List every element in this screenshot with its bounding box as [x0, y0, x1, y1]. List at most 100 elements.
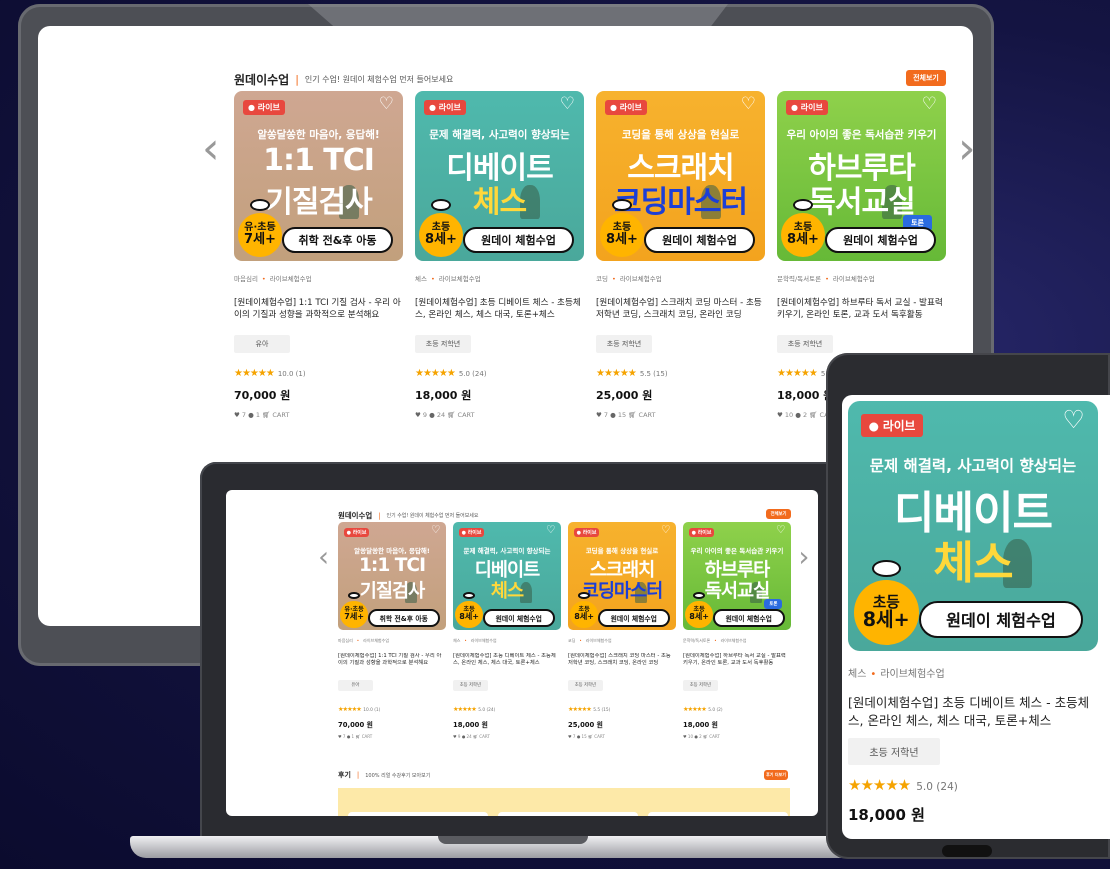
- class-card[interactable]: ● 라이브 ♡ 문제 해결력, 사고력이 향상되는 디베이트 체스 초등 8세+ 원데이 체험…: [848, 401, 1098, 825]
- class-type: 라이브체험수업: [619, 275, 662, 283]
- card-thumbnail[interactable]: ● 라이브 ♡ 문제 해결력, 사고력이 향상되는 디베이트 체스 초등 8세+ 원데이 체험…: [415, 91, 584, 261]
- comment-icon: ●: [608, 411, 618, 419]
- review-card[interactable]: [648, 812, 788, 816]
- thumb-pill-label: 취학 전&후 아동: [367, 609, 440, 628]
- class-type: 라이브체험수업: [363, 637, 390, 643]
- card-title[interactable]: [원데이체험수업] 초등 디베이트 체스 - 초등체스, 온라인 체스, 체스 …: [415, 297, 584, 327]
- cart-icon[interactable]: 🛒︎: [626, 411, 638, 419]
- live-badge: ● 라이브: [573, 527, 600, 538]
- cart-label[interactable]: CART: [362, 734, 373, 739]
- card-rating: ★★★★★ 5.0 (24): [453, 696, 561, 715]
- age-min: 8세+: [862, 608, 910, 632]
- tablet-home-button[interactable]: [942, 845, 992, 857]
- view-all-button[interactable]: 전체보기: [766, 509, 791, 520]
- card-thumbnail[interactable]: ● 라이브 ♡ 코딩을 통해 상상을 현실로 스크래치 코딩마스터 초등 8세+ 원데이 체험…: [568, 522, 676, 631]
- chevron-right-icon[interactable]: ›: [958, 123, 973, 174]
- cart-icon[interactable]: 🛒︎: [260, 411, 272, 419]
- thumb-headline: 알쏭달쏭한 마음아, 응답해!: [354, 546, 430, 555]
- class-card[interactable]: ● 라이브 ♡ 문제 해결력, 사고력이 향상되는 디베이트 체스 초등 8세+ 원데이 체험…: [453, 522, 561, 739]
- mascot-eyes: [250, 199, 270, 211]
- category-name: 문학력/독서토론: [683, 637, 711, 643]
- category-name: 문학력/독서토론: [777, 275, 822, 283]
- cart-label[interactable]: CART: [709, 734, 720, 739]
- heart-icon[interactable]: ♥: [415, 411, 423, 419]
- laptop-notch: [438, 836, 588, 844]
- live-badge: ● 라이브: [243, 100, 285, 115]
- card-thumbnail[interactable]: ● 라이브 ♡ 문제 해결력, 사고력이 향상되는 디베이트 체스 초등 8세+ 원데이 체험…: [848, 401, 1098, 651]
- cart-label[interactable]: CART: [458, 411, 475, 419]
- card-title[interactable]: [원데이체험수업] 1:1 TCI 기질 검사 - 우리 아이의 기질과 성향을…: [234, 297, 403, 327]
- heart-outline-icon[interactable]: ♡: [431, 524, 440, 536]
- card-thumbnail[interactable]: ● 라이브 ♡ 우리 아이의 좋은 독서습관 키우기 하브루타 독서교실 토론 초등 8세+ 원…: [683, 522, 791, 631]
- review-more-button[interactable]: 후기 더보기: [764, 770, 788, 780]
- heart-outline-icon[interactable]: ♡: [776, 524, 785, 536]
- tablet: ● 라이브 ♡ 문제 해결력, 사고력이 향상되는 디베이트 체스 초등 8세+ 원데이 체험…: [826, 353, 1110, 859]
- card-title[interactable]: [원데이체험수업] 초등 디베이트 체스 - 초등체스, 온라인 체스, 체스 …: [453, 653, 561, 672]
- class-type: 라이브체험수업: [832, 275, 875, 283]
- thumb-pill-label: 원데이 체험수업: [644, 227, 755, 253]
- cart-icon[interactable]: 🛒︎: [445, 411, 457, 419]
- class-card[interactable]: ● 라이브 ♡ 알쏭달쏭한 마음아, 응답해! 1:1 TCI 기질검사 유·초등 7세+ 취…: [234, 91, 403, 419]
- view-all-button[interactable]: 전체보기: [906, 70, 946, 86]
- card-title[interactable]: [원데이체험수업] 초등 디베이트 체스 - 초등체스, 온라인 체스, 체스 …: [848, 694, 1098, 730]
- tablet-screen: ● 라이브 ♡ 문제 해결력, 사고력이 향상되는 디베이트 체스 초등 8세+ 원데이 체험…: [842, 395, 1110, 839]
- chevron-left-icon[interactable]: ‹: [318, 542, 329, 573]
- class-card[interactable]: ● 라이브 ♡ 코딩을 통해 상상을 현실로 스크래치 코딩마스터 초등 8세+ 원데이 체험…: [596, 91, 765, 419]
- live-badge: ● 라이브: [424, 100, 466, 115]
- cart-label[interactable]: CART: [594, 734, 605, 739]
- card-price: 70,000 원: [234, 389, 291, 402]
- heart-outline-icon[interactable]: ♡: [560, 94, 575, 114]
- card-thumbnail[interactable]: ● 라이브 ♡ 알쏭달쏭한 마음아, 응답해! 1:1 TCI 기질검사 유·초등 7세+ 취…: [338, 522, 446, 631]
- section-subtitle: 인기 수업! 원데이 체험수업 먼저 들어보세요: [386, 513, 479, 519]
- heart-icon[interactable]: ♥: [777, 411, 785, 419]
- class-card[interactable]: ● 라이브 ♡ 코딩을 통해 상상을 현실로 스크래치 코딩마스터 초등 8세+ 원데이 체험…: [568, 522, 676, 739]
- category-name: 코딩: [568, 637, 576, 643]
- heart-icon[interactable]: ♥: [596, 411, 604, 419]
- card-title[interactable]: [원데이체험수업] 하브루타 독서 교실 - 발표력 키우기, 온라인 토론, …: [777, 297, 946, 327]
- class-card[interactable]: ● 라이브 ♡ 문제 해결력, 사고력이 향상되는 디베이트 체스 초등 8세+ 원데이 체험…: [415, 91, 584, 419]
- heart-outline-icon[interactable]: ♡: [741, 94, 756, 114]
- heart-outline-icon[interactable]: ♡: [922, 94, 937, 114]
- card-title[interactable]: [원데이체험수업] 하브루타 독서 교실 - 발표력 키우기, 온라인 토론, …: [683, 653, 791, 672]
- card-thumbnail[interactable]: ● 라이브 ♡ 문제 해결력, 사고력이 향상되는 디베이트 체스 초등 8세+ 원데이 체험…: [453, 522, 561, 631]
- heart-outline-icon[interactable]: ♡: [661, 524, 670, 536]
- age-min: 7세+: [244, 232, 276, 248]
- card-thumbnail[interactable]: ● 라이브 ♡ 코딩을 통해 상상을 현실로 스크래치 코딩마스터 초등 8세+ 원데이 체험…: [596, 91, 765, 261]
- star-rating-icon: ★★★★★: [338, 705, 362, 713]
- card-price: 18,000 원: [683, 720, 718, 729]
- category-name: 마음심리: [234, 275, 258, 283]
- review-card[interactable]: [348, 812, 488, 816]
- star-rating-icon: ★★★★★: [234, 368, 275, 379]
- card-title[interactable]: [원데이체험수업] 1:1 TCI 기질 검사 - 우리 아이의 기질과 성향을…: [338, 653, 446, 672]
- heart-icon[interactable]: ♥: [234, 411, 242, 419]
- class-section: 원데이수업 | 인기 수업! 원데이 체험수업 먼저 들어보세요 전체보기 ‹ › ● 라이…: [226, 490, 818, 816]
- cart-label[interactable]: CART: [272, 411, 289, 419]
- age-min: 8세+: [425, 232, 457, 248]
- review-card[interactable]: [498, 812, 638, 816]
- card-title[interactable]: [원데이체험수업] 스크래치 코딩 마스터 - 초등 저학년 코딩, 스크래치 …: [596, 297, 765, 327]
- cart-label[interactable]: CART: [479, 734, 490, 739]
- card-meta: ♥ 7 ● 15 🛒︎ CART: [596, 411, 765, 419]
- heart-outline-icon[interactable]: ♡: [1062, 405, 1084, 434]
- cart-label[interactable]: CART: [639, 411, 656, 419]
- cart-icon[interactable]: 🛒︎: [354, 734, 362, 739]
- card-thumbnail[interactable]: ● 라이브 ♡ 알쏭달쏭한 마음아, 응답해! 1:1 TCI 기질검사 유·초등 7세+ 취…: [234, 91, 403, 261]
- title-divider: |: [378, 511, 381, 520]
- card-thumbnail[interactable]: ● 라이브 ♡ 우리 아이의 좋은 독서습관 키우기 하브루타 독서교실 토론 초등 8세+ 원…: [777, 91, 946, 261]
- card-rating: ★★★★★ 10.0 (1): [338, 696, 446, 715]
- card-title[interactable]: [원데이체험수업] 스크래치 코딩 마스터 - 초등 저학년 코딩, 스크래치 …: [568, 653, 676, 672]
- card-rating: ★★★★★ 5.5 (15): [596, 361, 765, 380]
- chevron-right-icon[interactable]: ›: [798, 542, 809, 573]
- class-type: 라이브체험수업: [269, 275, 312, 283]
- class-card[interactable]: ● 라이브 ♡ 알쏭달쏭한 마음아, 응답해! 1:1 TCI 기질검사 유·초등 7세+ 취…: [338, 522, 446, 739]
- chevron-left-icon[interactable]: ‹: [202, 123, 220, 174]
- heart-outline-icon[interactable]: ♡: [379, 94, 394, 114]
- card-meta: ♥ 7 ● 1 🛒︎ CART: [234, 411, 403, 419]
- class-card[interactable]: ● 라이브 ♡ 우리 아이의 좋은 독서습관 키우기 하브루타 독서교실 토론 초등 8세+ 원…: [683, 522, 791, 739]
- age-badge: 초등 8세+: [600, 213, 644, 257]
- thumb-headline: 문제 해결력, 사고력이 향상되는: [869, 456, 1077, 475]
- cart-icon[interactable]: 🛒︎: [807, 411, 819, 419]
- rating-value: 10.0 (1): [277, 370, 306, 378]
- heart-outline-icon[interactable]: ♡: [546, 524, 555, 536]
- comment-count: 24: [436, 411, 446, 419]
